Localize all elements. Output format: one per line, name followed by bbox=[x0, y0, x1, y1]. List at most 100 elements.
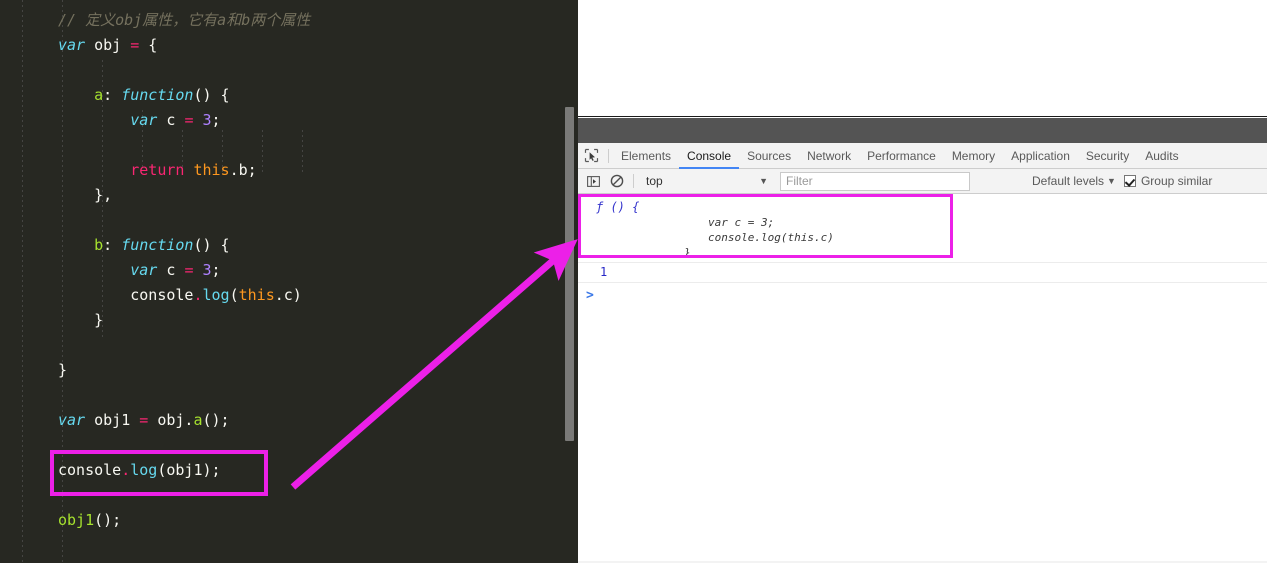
console-value-entry[interactable]: 1 bbox=[578, 263, 1267, 283]
code-token: // 定义obj属性，它有a和b两个属性 bbox=[58, 11, 311, 29]
devtools-panel: Elements Console Sources Network Perform… bbox=[578, 143, 1267, 563]
group-similar-label: Group similar bbox=[1140, 174, 1213, 188]
browser-window: Elements Console Sources Network Perform… bbox=[578, 0, 1267, 563]
clear-console-icon[interactable] bbox=[605, 169, 629, 193]
code-token: ( bbox=[229, 286, 239, 304]
code-line: // 定义obj属性，它有a和b两个属性 bbox=[58, 8, 310, 33]
code-line: } bbox=[58, 358, 67, 383]
code-token: function bbox=[121, 86, 194, 104]
log-levels-dropdown[interactable]: Default levels ▼ bbox=[1032, 174, 1116, 188]
code-token: } bbox=[58, 311, 104, 329]
console-filter-placeholder: Filter bbox=[786, 173, 813, 188]
code-line: b: function() { bbox=[58, 233, 229, 258]
code-line: console.log(this.c) bbox=[58, 283, 302, 308]
filterbar-divider bbox=[633, 174, 634, 188]
console-function-entry[interactable]: ƒ () { var c = 3; console.log(this.c) } bbox=[578, 194, 1267, 263]
code-line: }, bbox=[58, 183, 112, 208]
console-prompt-caret: > bbox=[586, 288, 594, 303]
code-token: a bbox=[193, 411, 203, 429]
tab-application[interactable]: Application bbox=[1003, 143, 1078, 169]
code-token: (); bbox=[94, 511, 122, 529]
code-token: 3 bbox=[202, 261, 212, 279]
code-token: b bbox=[94, 236, 104, 254]
code-editor-pane[interactable]: // 定义obj属性，它有a和b两个属性 var obj = { a: funct… bbox=[0, 0, 578, 563]
tab-console[interactable]: Console bbox=[679, 143, 739, 169]
page-viewport bbox=[578, 0, 1267, 117]
code-token: a bbox=[94, 86, 104, 104]
code-line: var obj = { bbox=[58, 33, 157, 58]
editor-scrollbar-track[interactable] bbox=[565, 0, 576, 563]
tab-memory[interactable]: Memory bbox=[944, 143, 1003, 169]
inspect-cursor-icon[interactable] bbox=[578, 143, 604, 169]
code-token: var bbox=[130, 261, 158, 279]
log-levels-label: Default levels bbox=[1032, 174, 1105, 188]
indent-guide bbox=[22, 0, 23, 563]
code-token: ; bbox=[211, 111, 221, 129]
code-line: console.log(obj1); bbox=[58, 458, 221, 483]
code-token: obj. bbox=[148, 411, 194, 429]
code-token: : bbox=[103, 236, 122, 254]
code-token: : bbox=[103, 86, 122, 104]
code-token: var bbox=[130, 111, 158, 129]
console-function-body-line: console.log(this.c) bbox=[708, 231, 834, 244]
code-line: var c = 3; bbox=[58, 108, 221, 133]
tab-performance[interactable]: Performance bbox=[859, 143, 944, 169]
console-function-closing-brace: } bbox=[684, 246, 691, 259]
code-token: this bbox=[238, 286, 275, 304]
devtools-tabbar: Elements Console Sources Network Perform… bbox=[578, 143, 1267, 169]
tab-elements[interactable]: Elements bbox=[613, 143, 679, 169]
code-line: } bbox=[58, 308, 103, 333]
code-token: (); bbox=[202, 411, 230, 429]
code-token: = bbox=[130, 36, 140, 54]
code-token: console bbox=[58, 461, 122, 479]
code-token: ; bbox=[211, 261, 221, 279]
editor-scrollbar-thumb[interactable] bbox=[565, 107, 574, 441]
code-token: . bbox=[193, 286, 203, 304]
code-token: var bbox=[58, 411, 86, 429]
indent-guide bbox=[302, 130, 303, 175]
chevron-down-icon: ▼ bbox=[759, 176, 768, 186]
screenshot-root: // 定义obj属性，它有a和b两个属性 var obj = { a: funct… bbox=[0, 0, 1267, 563]
code-token: = bbox=[139, 411, 149, 429]
code-token: (obj1); bbox=[157, 461, 221, 479]
code-token: .b; bbox=[229, 161, 257, 179]
code-token: }, bbox=[58, 186, 113, 204]
group-similar-checkbox[interactable] bbox=[1123, 175, 1136, 187]
code-token: obj1 bbox=[58, 511, 95, 529]
console-prompt-row[interactable]: > bbox=[578, 283, 1267, 305]
console-function-signature: ƒ () { bbox=[596, 200, 640, 214]
code-token: this bbox=[193, 161, 230, 179]
code-token: () { bbox=[193, 86, 230, 104]
console-sidebar-icon[interactable] bbox=[581, 169, 605, 193]
code-line: a: function() { bbox=[58, 83, 230, 108]
code-token: console bbox=[58, 286, 194, 304]
console-message-list[interactable]: ƒ () { var c = 3; console.log(this.c) } … bbox=[578, 194, 1267, 561]
tab-audits[interactable]: Audits bbox=[1137, 143, 1186, 169]
devtools-titlebar bbox=[578, 118, 1267, 143]
code-line: var obj1 = obj.a(); bbox=[58, 408, 230, 433]
tab-sources[interactable]: Sources bbox=[739, 143, 799, 169]
console-function-body-line: var c = 3; bbox=[708, 216, 775, 229]
group-similar-toggle[interactable]: Group similar bbox=[1123, 174, 1213, 188]
code-token: log bbox=[130, 461, 158, 479]
code-token: .c) bbox=[274, 286, 302, 304]
console-filterbar: top ▼ Filter Default levels ▼ Group simi… bbox=[578, 169, 1267, 194]
chevron-down-icon: ▼ bbox=[1107, 176, 1116, 186]
tab-security[interactable]: Security bbox=[1078, 143, 1137, 169]
code-token: c bbox=[157, 111, 185, 129]
execution-context-value: top bbox=[646, 174, 663, 188]
toolbar-divider bbox=[608, 148, 609, 163]
code-token: log bbox=[202, 286, 230, 304]
code-line: return this.b; bbox=[58, 158, 257, 183]
code-token: . bbox=[121, 461, 131, 479]
tab-network[interactable]: Network bbox=[799, 143, 859, 169]
execution-context-select[interactable]: top ▼ bbox=[642, 172, 774, 191]
console-filter-input[interactable]: Filter bbox=[780, 171, 970, 191]
